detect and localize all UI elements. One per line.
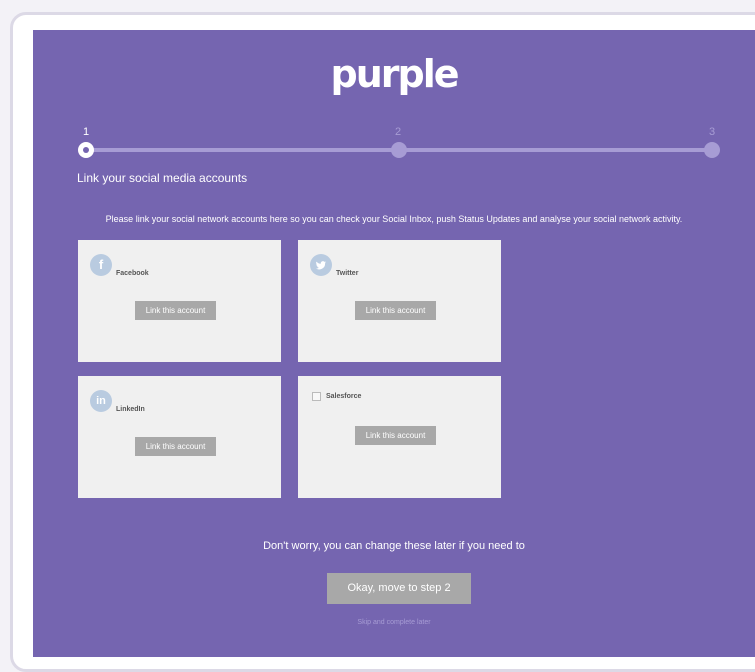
account-card-salesforce: Salesforce Link this account — [298, 376, 501, 498]
account-card-facebook: f Facebook Link this account — [78, 240, 281, 362]
step-2-number: 2 — [395, 126, 402, 138]
facebook-icon: f — [90, 254, 112, 276]
link-linkedin-button[interactable]: Link this account — [135, 437, 216, 456]
link-facebook-button[interactable]: Link this account — [135, 301, 216, 320]
intro-text: Please link your social network accounts… — [105, 214, 683, 224]
step-3-number: 3 — [709, 126, 716, 138]
step-1-number: 1 — [83, 126, 90, 138]
account-card-twitter: Twitter Link this account — [298, 240, 501, 362]
link-twitter-button[interactable]: Link this account — [355, 301, 436, 320]
step-3-dot[interactable] — [704, 142, 720, 158]
setup-panel: purple 1 2 3 Link your social media acco… — [33, 30, 755, 657]
account-card-linkedin: in LinkedIn Link this account — [78, 376, 281, 498]
broken-image-icon — [312, 392, 321, 401]
next-step-button[interactable]: Okay, move to step 2 — [327, 573, 471, 604]
linkedin-icon: in — [90, 390, 112, 412]
account-name: Salesforce — [326, 393, 362, 400]
account-name: Twitter — [336, 270, 359, 277]
step-2-dot[interactable] — [391, 142, 407, 158]
account-name: Facebook — [116, 270, 149, 277]
brand-logo: purple — [330, 52, 460, 96]
account-name: LinkedIn — [116, 406, 145, 413]
skip-link[interactable]: Skip and complete later — [33, 619, 755, 626]
step-1-dot[interactable] — [78, 142, 94, 158]
twitter-icon — [310, 254, 332, 276]
step-title: Link your social media accounts — [77, 171, 248, 185]
link-salesforce-button[interactable]: Link this account — [355, 426, 436, 445]
reassure-text: Don't worry, you can change these later … — [263, 540, 525, 552]
